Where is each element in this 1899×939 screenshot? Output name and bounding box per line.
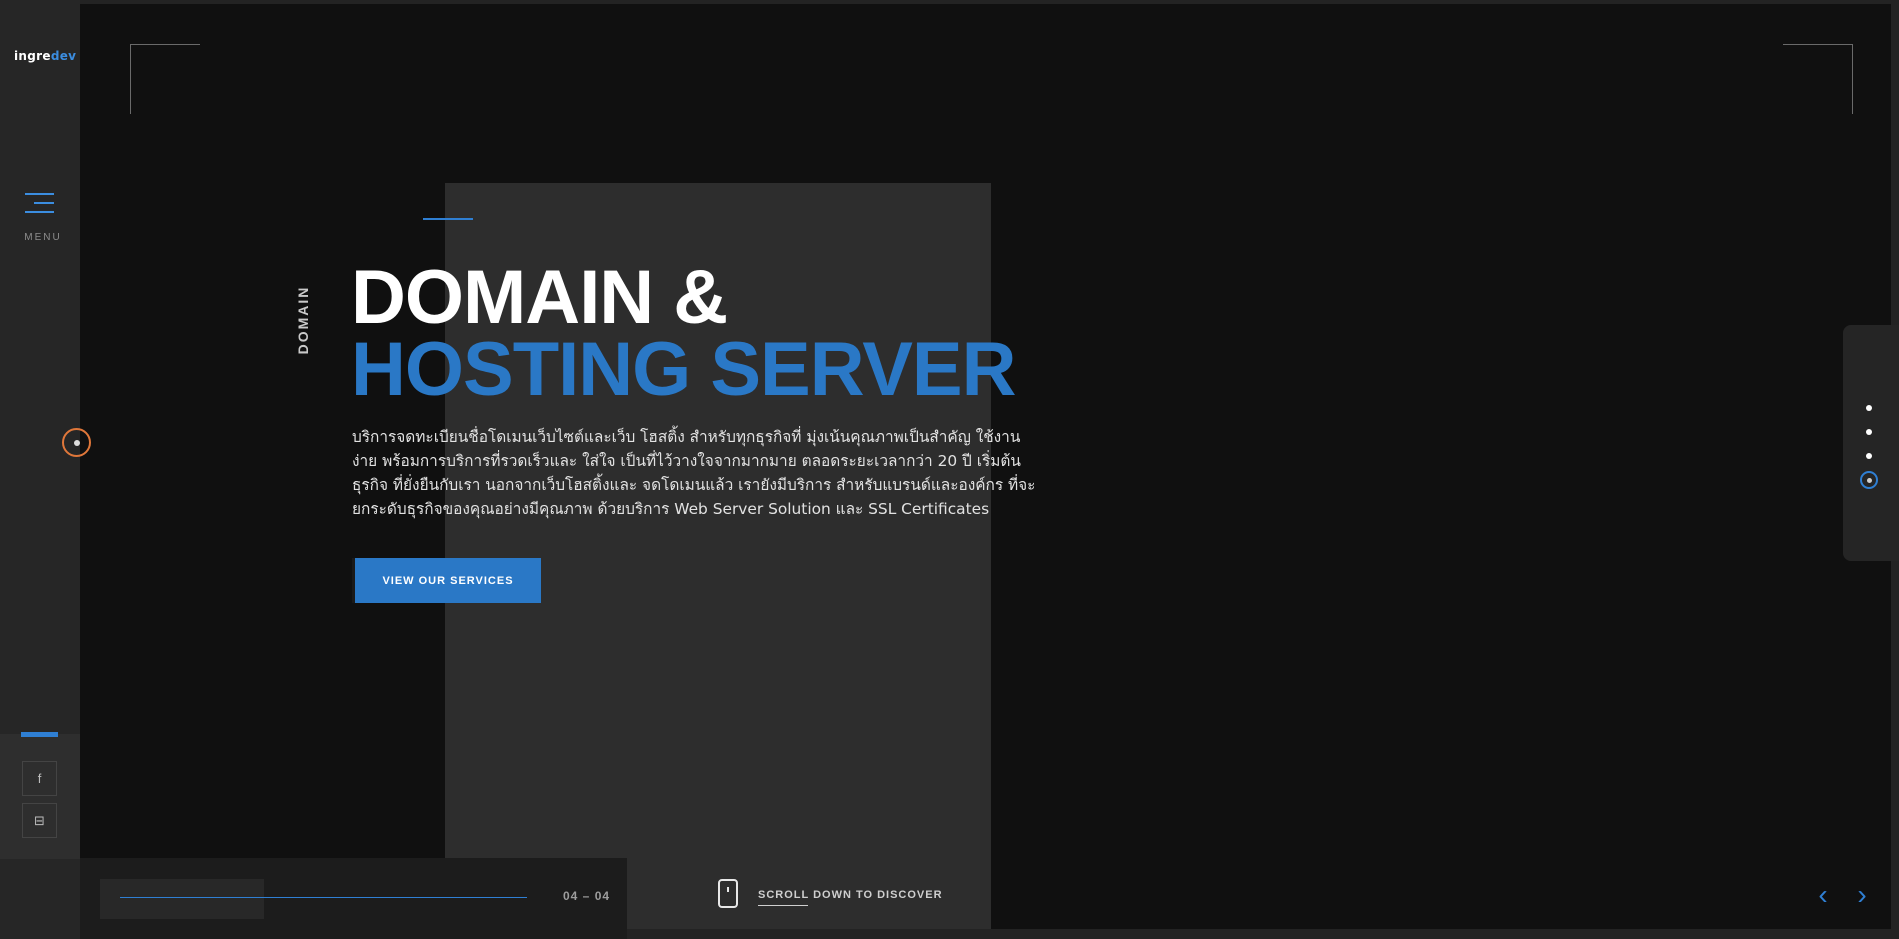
vertical-section-label: DOMAIN [295, 285, 311, 355]
facebook-icon[interactable]: f [22, 761, 57, 796]
view-our-services-button[interactable]: VIEW OUR SERVICES [355, 558, 541, 603]
line-icon[interactable]: ⊟ [22, 803, 57, 838]
pagination-dot-3[interactable] [1866, 453, 1872, 459]
pagination-dot-1[interactable] [1866, 405, 1872, 411]
slide-counter: 04 – 04 [563, 889, 611, 903]
cursor-ring-icon[interactable] [62, 428, 91, 457]
brand-logo[interactable]: ingredev [14, 49, 76, 63]
slide-progress-fill [120, 897, 527, 898]
next-arrow-icon[interactable]: › [1850, 880, 1874, 910]
hero-title: DOMAIN & HOSTING SERVER [351, 255, 1017, 412]
accent-line [423, 218, 473, 220]
scroll-underline [758, 905, 808, 906]
menu-label: MENU [24, 232, 62, 243]
pagination-dot-2[interactable] [1866, 429, 1872, 435]
slide-progress-track [100, 879, 264, 919]
hero-title-line1: DOMAIN & [351, 255, 728, 340]
logo-text-part2: dev [50, 49, 77, 63]
hamburger-menu-icon[interactable] [25, 193, 54, 213]
pagination-dot-4-active[interactable] [1860, 471, 1878, 489]
mouse-scroll-icon [718, 879, 738, 908]
slide-pagination [1843, 325, 1899, 561]
scroll-down-link[interactable]: SCROLL DOWN TO DISCOVER [758, 889, 943, 901]
social-accent-bar [21, 732, 58, 737]
social-panel [0, 734, 80, 859]
hero-description: บริการจดทะเบียนชื่อโดเมนเว็บไซต์และเว็บ … [352, 428, 1036, 518]
prev-arrow-icon[interactable]: ‹ [1811, 880, 1835, 910]
logo-text-part1: ingre [14, 49, 51, 63]
corner-bracket-top-left [130, 44, 200, 114]
hero-title-line2: HOSTING SERVER [351, 327, 1017, 412]
corner-bracket-top-right [1783, 44, 1853, 114]
